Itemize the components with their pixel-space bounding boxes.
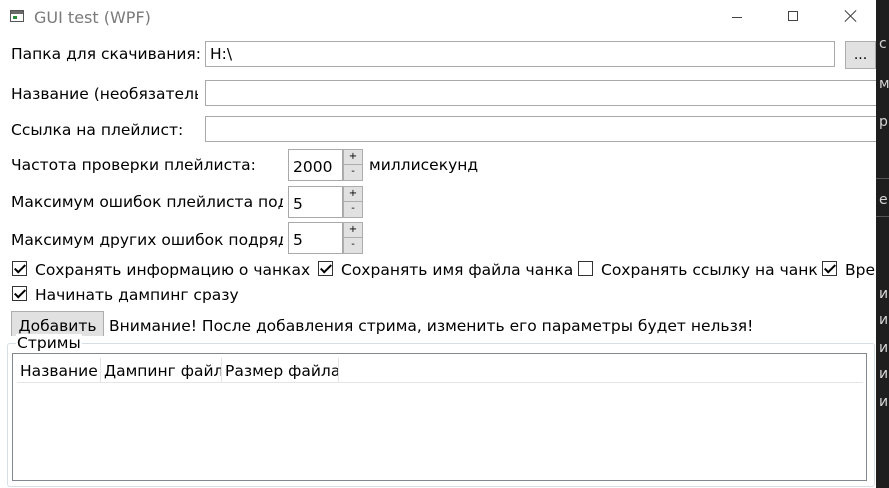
save-time-checkbox[interactable] — [822, 261, 837, 276]
maximize-icon — [788, 11, 798, 21]
check-interval-unit: миллисекунд — [369, 156, 479, 174]
background-glyph: м — [879, 76, 889, 92]
background-glyph: с — [879, 36, 887, 52]
name-input[interactable] — [205, 80, 876, 106]
column-header-file-size[interactable]: Размер файла — [222, 358, 339, 383]
window-title: GUI test (WPF) — [34, 8, 151, 27]
header-divider — [17, 382, 863, 383]
save-chunk-url-checkbox[interactable] — [578, 261, 593, 276]
start-dumping-immediately-label: Начинать дампинг сразу — [35, 286, 239, 304]
save-chunk-url-label: Сохранять ссылку на чанк — [601, 261, 818, 279]
playlist-url-label: Ссылка на плейлист: — [11, 121, 184, 139]
column-header-name[interactable]: Название — [17, 358, 101, 383]
name-label: Название (необязательно): — [11, 85, 198, 103]
maximize-button[interactable] — [770, 0, 816, 34]
background-window-strip: с м р е и и и и и — [876, 0, 889, 488]
background-glyph: и — [879, 366, 889, 382]
max-playlist-errors-label: Максимум ошибок плейлиста подряд: — [11, 193, 283, 211]
save-chunk-info-label: Сохранять информацию о чанках — [35, 261, 311, 279]
minimize-icon — [732, 17, 742, 18]
check-interval-decrement-button[interactable]: - — [343, 164, 363, 181]
streams-group-title: Стримы — [16, 334, 82, 352]
download-folder-label: Папка для скачивания: — [11, 45, 201, 63]
max-other-errors-label: Максимум других ошибок подряд: — [11, 231, 283, 249]
background-divider — [876, 216, 889, 217]
save-chunk-filename-label: Сохранять имя файла чанка — [341, 261, 574, 279]
playlist-url-input[interactable] — [205, 116, 876, 142]
check-interval-label: Частота проверки плейлиста: — [11, 156, 256, 174]
save-chunk-info-checkbox[interactable] — [12, 261, 27, 276]
column-header-dump-file[interactable]: Дампинг файл — [101, 358, 222, 383]
max-other-errors-decrement-button[interactable]: - — [343, 237, 363, 254]
background-divider — [876, 178, 889, 179]
app-window: GUI test (WPF) Папка для скачивания: ...… — [0, 0, 876, 488]
start-dumping-immediately-checkbox[interactable] — [12, 286, 27, 301]
browse-button[interactable]: ... — [845, 41, 876, 69]
background-glyph: и — [879, 394, 889, 410]
save-time-label: Время — [845, 261, 876, 279]
close-button[interactable] — [828, 0, 874, 34]
app-icon — [10, 10, 24, 22]
streams-list-header: Название Дампинг файл Размер файла — [17, 358, 339, 383]
background-glyph: и — [879, 312, 889, 328]
close-icon — [845, 10, 857, 22]
streams-list[interactable]: Название Дампинг файл Размер файла — [12, 353, 867, 481]
download-folder-input[interactable] — [205, 41, 835, 67]
max-playlist-errors-decrement-button[interactable]: - — [343, 201, 363, 218]
save-chunk-filename-checkbox[interactable] — [318, 261, 333, 276]
max-playlist-errors-input[interactable] — [288, 186, 343, 218]
warning-text: Внимание! После добавления стрима, измен… — [109, 317, 754, 335]
max-other-errors-input[interactable] — [288, 222, 343, 254]
background-glyph: р — [879, 114, 888, 130]
background-glyph: и — [879, 286, 889, 302]
background-glyph: е — [879, 192, 888, 208]
check-interval-input[interactable] — [288, 149, 343, 181]
minimize-button[interactable] — [714, 0, 760, 34]
background-glyph: и — [879, 340, 889, 356]
title-bar[interactable]: GUI test (WPF) — [0, 0, 876, 34]
